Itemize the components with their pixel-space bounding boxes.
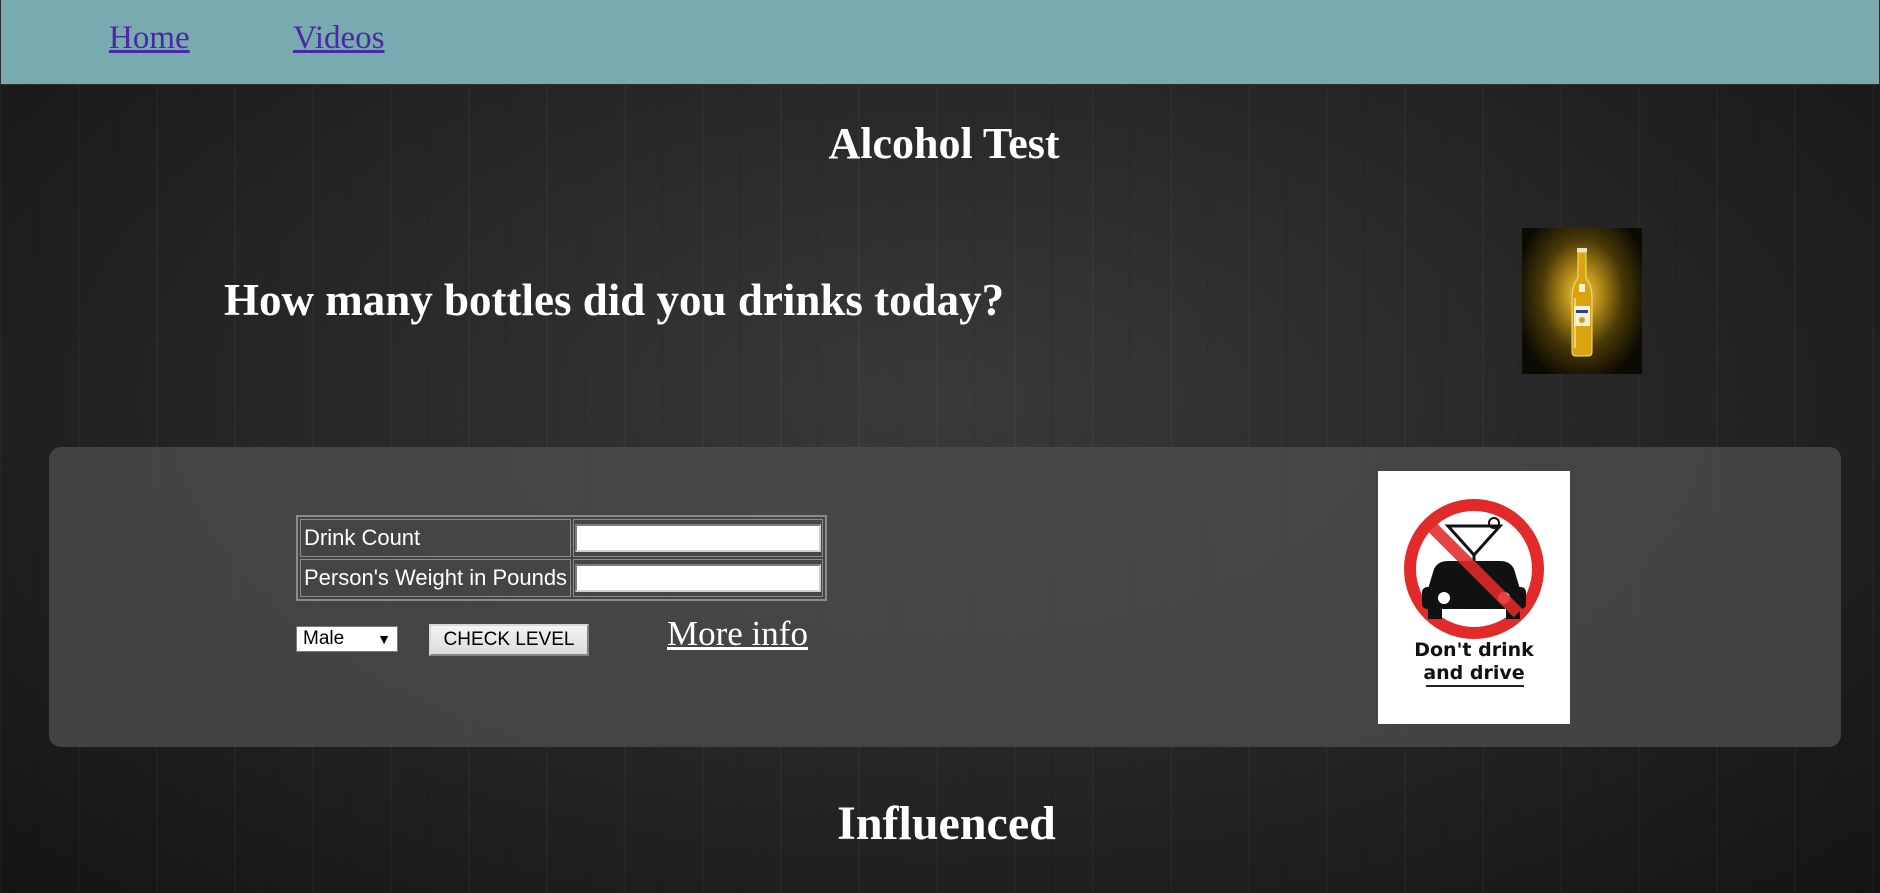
- influenced-heading: Influenced: [837, 797, 1056, 850]
- no-drink-drive-image: Don't drink and drive: [1378, 471, 1570, 724]
- question-heading: How many bottles did you drinks today?: [224, 275, 1005, 325]
- top-navbar: Home Videos: [0, 0, 1880, 85]
- nav-link-videos[interactable]: Videos: [293, 20, 385, 57]
- sign-caption-line2: and drive: [1423, 662, 1525, 684]
- weight-input[interactable]: [575, 564, 822, 592]
- beer-bottle-icon: [1571, 248, 1593, 357]
- drink-count-label: Drink Count: [300, 519, 572, 557]
- sign-caption-line1: Don't drink: [1414, 639, 1534, 661]
- nav-link-home[interactable]: Home: [109, 20, 190, 57]
- table-row: Person's Weight in Pounds: [300, 559, 824, 597]
- sign-underline: [1426, 685, 1524, 687]
- table-row: Drink Count: [300, 519, 824, 557]
- check-level-button[interactable]: CHECK LEVEL: [429, 624, 589, 656]
- no-drink-drive-icon: [1404, 499, 1544, 639]
- dropdown-arrow-icon: ▼: [377, 631, 391, 647]
- gender-select-value: Male: [303, 628, 345, 649]
- more-info-link[interactable]: More info: [667, 614, 808, 654]
- beer-bottle-image: [1522, 228, 1642, 374]
- drink-count-input[interactable]: [575, 524, 822, 552]
- weight-label: Person's Weight in Pounds: [300, 559, 572, 597]
- page-title: Alcohol Test: [828, 119, 1060, 168]
- gender-select[interactable]: Male ▼: [296, 626, 398, 652]
- calculator-table: Drink Count Person's Weight in Pounds: [296, 515, 828, 601]
